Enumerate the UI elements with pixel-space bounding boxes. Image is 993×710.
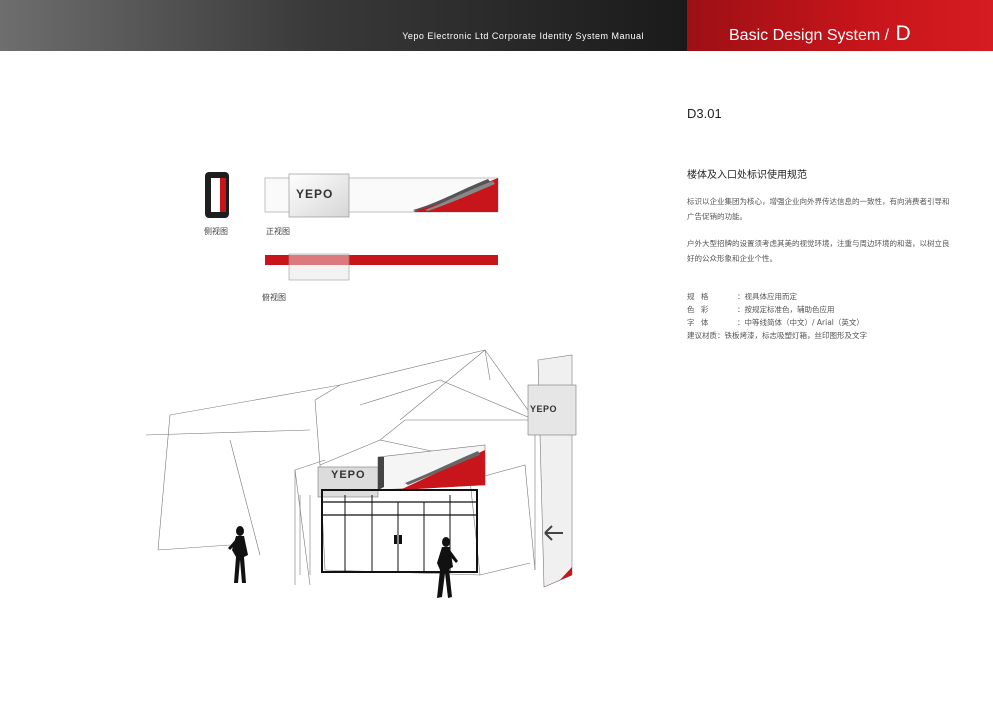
storefront-logo: YEPO xyxy=(331,469,366,481)
spec-value: ：铁板烤漆，标志吸塑灯箱，丝印图形及文字 xyxy=(717,331,867,340)
front-logo: YEPO xyxy=(296,187,334,201)
spec-label: 色 彩 xyxy=(687,305,711,314)
spec-label: 规 格 xyxy=(687,292,711,301)
spec-value: ：中等线简体（中文）/ Arial（英文） xyxy=(737,318,864,327)
section-code: D3.01 xyxy=(687,106,722,121)
header-left-panel: Yepo Electronic Ltd Corporate Identity S… xyxy=(0,0,687,51)
spec-row: 规 格 ：视具体应用而定 xyxy=(687,290,867,303)
header-right-panel: Basic Design System / D xyxy=(687,0,993,51)
spec-label: 字 体 xyxy=(687,318,711,327)
side-view-label: 侧视图 xyxy=(204,227,228,236)
header-bar: Yepo Electronic Ltd Corporate Identity S… xyxy=(0,0,993,51)
spec-row: 色 彩 ：按规定标准色，辅助色应用 xyxy=(687,303,867,316)
top-view-label: 俯视图 xyxy=(262,293,286,302)
side-view-drawing xyxy=(205,172,229,218)
spec-value: ：视具体应用而定 xyxy=(737,292,797,301)
spec-row: 建议材质 ：铁板烤漆，标志吸塑灯箱，丝印图形及文字 xyxy=(687,329,867,342)
front-view-label: 正视图 xyxy=(266,227,290,236)
description-paragraph-1: 标识以企业集团为核心，增强企业向外界传达信息的一致性，有向消费者引导和广告促销的… xyxy=(687,197,950,221)
description-paragraph-2: 户外大型招牌的设置须考虑其美的视觉环境，注重与周边环境的和谐，以树立良好的公众形… xyxy=(687,239,950,263)
spec-row: 字 体 ：中等线简体（中文）/ Arial（英文） xyxy=(687,316,867,329)
top-view-drawing xyxy=(265,253,498,281)
spec-list: 规 格 ：视具体应用而定 色 彩 ：按规定标准色，辅助色应用 字 体 ：中等线简体（中… xyxy=(687,290,867,342)
spec-label: 建议材质 xyxy=(687,331,717,340)
section-title: Basic Design System / D xyxy=(729,22,911,46)
page-subtitle: 楼体及入口处标识使用规范 xyxy=(687,170,807,181)
section-slash: / xyxy=(884,27,890,44)
pylon-logo: YEPO xyxy=(530,404,558,414)
section-title-text: Basic Design System xyxy=(729,27,881,44)
spec-value: ：按规定标准色，辅助色应用 xyxy=(737,305,835,314)
manual-title: Yepo Electronic Ltd Corporate Identity S… xyxy=(402,31,644,41)
section-letter: D xyxy=(895,22,911,45)
